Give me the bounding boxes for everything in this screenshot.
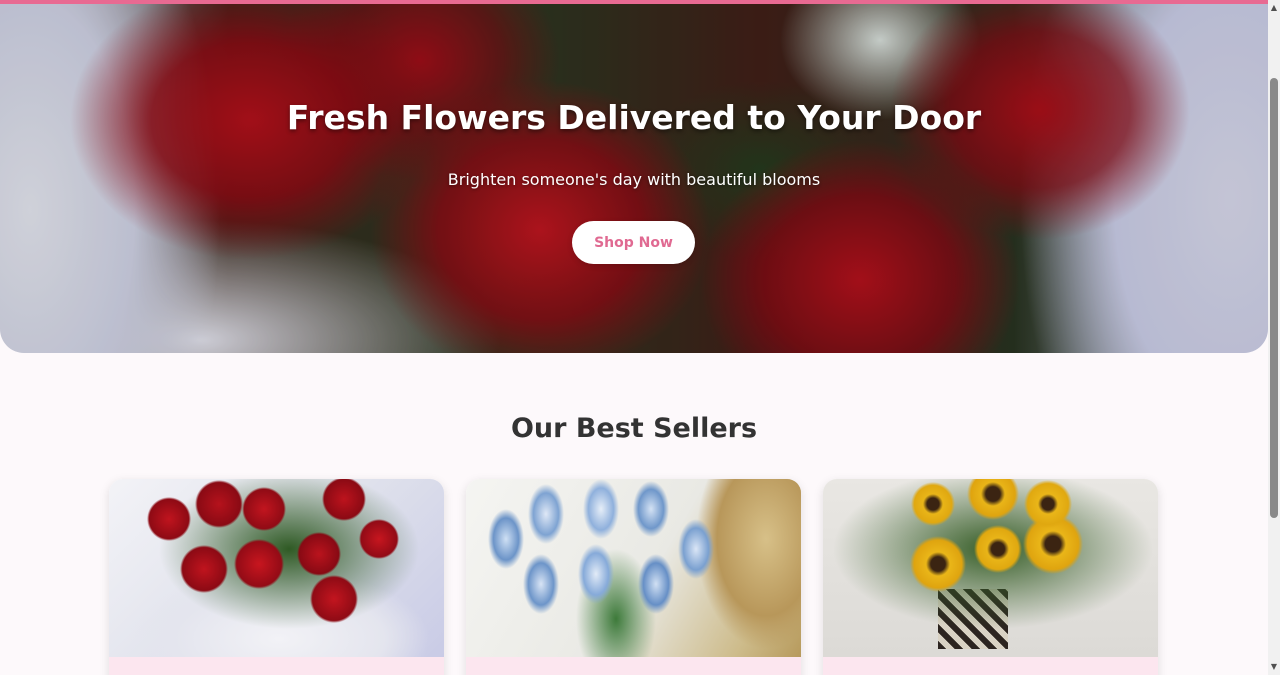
product-card-footer [823,657,1158,675]
product-card-sunflowers[interactable] [823,479,1158,675]
hero-title: Fresh Flowers Delivered to Your Door [286,98,982,137]
shop-now-button[interactable]: Shop Now [572,221,695,264]
best-sellers-title: Our Best Sellers [510,413,758,444]
scroll-up-arrow-icon[interactable]: ▲ [1268,2,1280,14]
page-scrollbar[interactable]: ▲ ▼ [1268,0,1280,675]
product-card-footer [109,657,444,675]
product-card-tulips[interactable] [466,479,801,675]
product-image-roses[interactable] [109,479,444,657]
product-card-footer [466,657,801,675]
product-image-tulips[interactable] [466,479,801,657]
top-accent-bar [0,0,1268,4]
product-card-roses[interactable] [109,479,444,675]
scroll-down-arrow-icon[interactable]: ▼ [1268,661,1280,673]
hero-subtitle: Brighten someone's day with beautiful bl… [447,170,821,189]
product-image-sunflowers[interactable] [823,479,1158,657]
scrollbar-thumb[interactable] [1270,78,1278,518]
hero-banner: Fresh Flowers Delivered to Your Door Bri… [0,0,1268,353]
